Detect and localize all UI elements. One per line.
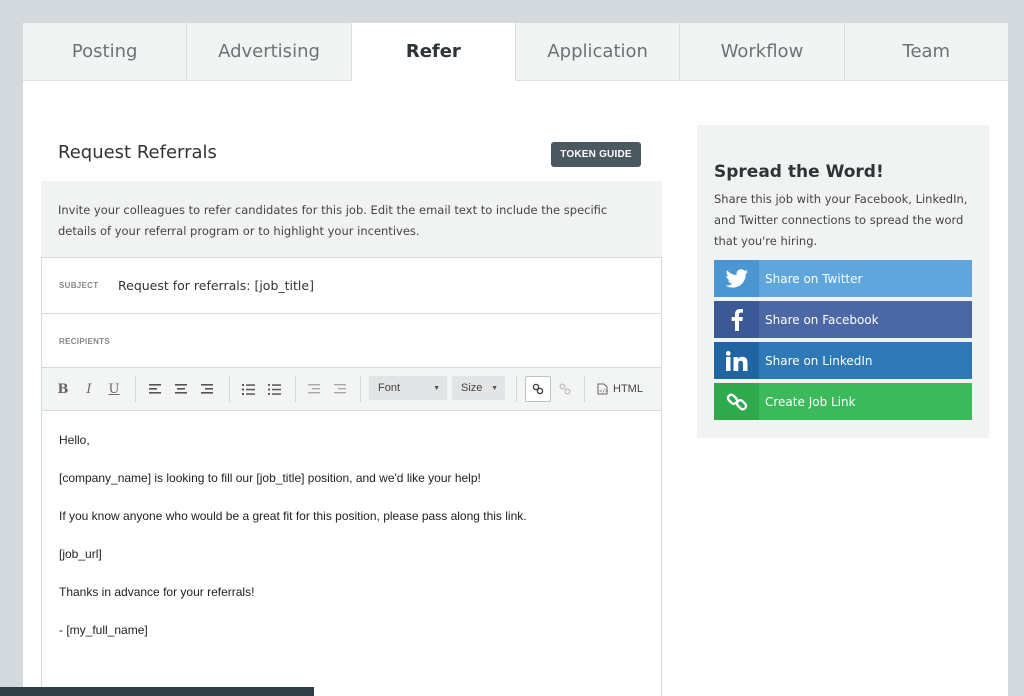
tab-team[interactable]: Team [844, 23, 1008, 81]
linkedin-icon [714, 342, 759, 379]
token-guide-button[interactable]: TOKEN GUIDE [551, 142, 641, 167]
body-line: [company_name] is looking to fill our [j… [59, 471, 481, 485]
share-facebook-label: Share on Facebook [765, 312, 879, 327]
subject-label: SUBJECT [59, 281, 99, 290]
bottom-toolbar [0, 687, 314, 696]
outdent-icon[interactable] [306, 378, 322, 400]
ordered-list-icon[interactable] [240, 378, 256, 400]
html-button-label: HTML [613, 383, 643, 395]
share-twitter-label: Share on Twitter [765, 271, 863, 286]
share-facebook-button[interactable]: Share on Facebook [714, 301, 972, 338]
email-form: SUBJECT Request for referrals: [job_titl… [41, 257, 662, 696]
size-select[interactable]: Size ▼ [452, 376, 505, 400]
html-button[interactable]: </> HTML [595, 378, 645, 400]
svg-text:</>: </> [599, 389, 608, 395]
chevron-down-icon: ▼ [491, 385, 498, 392]
email-body[interactable]: Hello, [company_name] is looking to fill… [59, 433, 649, 661]
size-select-value: Size [461, 382, 483, 394]
body-line: [job_url] [59, 547, 102, 561]
facebook-icon [714, 301, 759, 338]
insert-link-button[interactable] [525, 376, 551, 402]
share-sidebar: Spread the Word! Share this job with you… [697, 125, 989, 438]
tab-workflow[interactable]: Workflow [680, 23, 845, 81]
italic-button[interactable]: I [82, 378, 96, 400]
tab-posting[interactable]: Posting [23, 23, 188, 81]
font-select[interactable]: Font ▼ [369, 376, 447, 400]
subject-row[interactable]: SUBJECT Request for referrals: [job_titl… [42, 258, 661, 314]
subject-input[interactable]: Request for referrals: [job_title] [118, 278, 314, 293]
body-line: - [my_full_name] [59, 623, 148, 637]
editor-toolbar: B I U Font ▼ Size ▼ </> HTML [42, 368, 661, 411]
job-settings-panel: Posting Advertising Refer Application Wo… [23, 23, 1008, 696]
recipients-row[interactable]: RECIPIENTS [42, 314, 661, 368]
sidebar-text: Share this job with your Facebook, Linke… [714, 192, 968, 248]
link-icon [714, 383, 759, 420]
share-linkedin-button[interactable]: Share on LinkedIn [714, 342, 972, 379]
link-icon [532, 383, 544, 395]
recipients-label: RECIPIENTS [59, 337, 111, 346]
align-left-icon[interactable] [147, 378, 163, 400]
underline-button[interactable]: U [107, 378, 121, 400]
twitter-icon [714, 260, 759, 297]
share-linkedin-label: Share on LinkedIn [765, 353, 873, 368]
body-line: Thanks in advance for your referrals! [59, 585, 255, 599]
align-right-icon[interactable] [199, 378, 215, 400]
indent-icon[interactable] [332, 378, 348, 400]
create-job-link-button[interactable]: Create Job Link [714, 383, 972, 420]
tab-advertising[interactable]: Advertising [187, 23, 352, 81]
sidebar-title: Spread the Word! [714, 162, 884, 182]
tab-bar: Posting Advertising Refer Application Wo… [23, 23, 1008, 81]
intro-text: Invite your colleagues to refer candidat… [41, 181, 662, 257]
body-line: If you know anyone who would be a great … [59, 509, 527, 523]
share-twitter-button[interactable]: Share on Twitter [714, 260, 972, 297]
tab-application[interactable]: Application [515, 23, 681, 81]
code-file-icon: </> [597, 383, 608, 395]
bullet-list-icon[interactable] [266, 378, 282, 400]
create-job-link-label: Create Job Link [765, 394, 856, 409]
page-title: Request Referrals [58, 142, 217, 163]
align-center-icon[interactable] [173, 378, 189, 400]
unlink-icon[interactable] [555, 378, 575, 400]
body-line: Hello, [59, 433, 90, 447]
chevron-down-icon: ▼ [433, 385, 440, 392]
tab-refer[interactable]: Refer [351, 23, 516, 81]
bold-button[interactable]: B [56, 378, 70, 400]
font-select-value: Font [378, 382, 401, 394]
